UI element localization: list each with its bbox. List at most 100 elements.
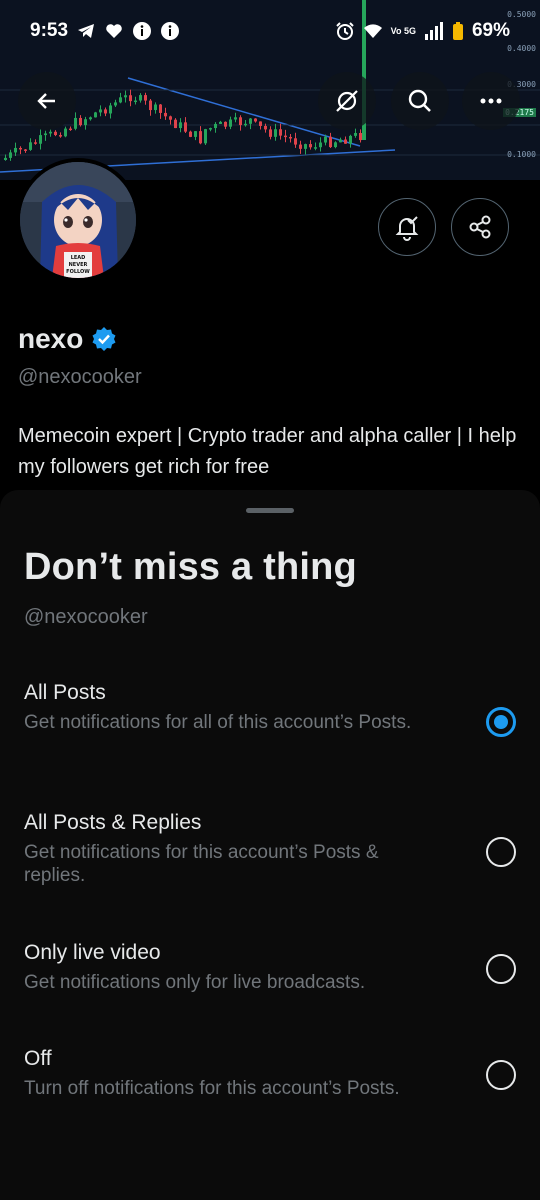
candle-body: [94, 112, 97, 118]
candle-body: [334, 142, 337, 148]
option-title: All Posts: [24, 681, 106, 704]
candle-body: [234, 117, 237, 120]
candle-body: [124, 95, 127, 98]
candle-body: [134, 100, 137, 103]
candle-body: [34, 142, 37, 144]
option-all-posts[interactable]: All Posts Get notifications for all of t…: [0, 681, 540, 737]
candle-body: [24, 149, 27, 151]
radio-button[interactable]: [486, 954, 516, 984]
candle-body: [129, 95, 132, 102]
candle-body: [14, 147, 17, 153]
candle-body: [89, 117, 92, 120]
search-icon: [408, 89, 431, 112]
share-button[interactable]: [451, 198, 509, 256]
candle-body: [344, 139, 347, 144]
option-description: Get notifications for all of this accoun…: [24, 712, 412, 733]
candle-body: [74, 117, 77, 129]
sync-off-button[interactable]: [318, 72, 376, 130]
candle-body: [29, 142, 32, 150]
candle-body: [149, 100, 152, 111]
candle-body: [354, 132, 357, 136]
candle-body: [69, 128, 72, 131]
svg-text:LEAD: LEAD: [71, 255, 86, 261]
candle-body: [4, 157, 7, 160]
share-icon: [469, 215, 491, 239]
search-button[interactable]: [391, 72, 449, 130]
candle-body: [294, 138, 297, 145]
candle-body: [199, 131, 202, 144]
radio-button[interactable]: [486, 837, 516, 867]
candle-body: [224, 121, 227, 127]
candle-body: [204, 129, 207, 144]
candle-body: [254, 118, 257, 122]
avatar-image: LEAD NEVER FOLLOW: [20, 162, 136, 278]
option-all-posts-replies[interactable]: All Posts & Replies Get notifications fo…: [0, 811, 540, 887]
more-button[interactable]: [462, 72, 520, 130]
candle-body: [99, 109, 102, 113]
info-icon: [161, 22, 180, 40]
signal-icon: [424, 22, 443, 40]
candle-body: [249, 118, 252, 124]
candle-body: [184, 122, 187, 132]
notifications-button[interactable]: [378, 198, 436, 256]
candle-body: [264, 125, 267, 130]
candle-body: [164, 112, 167, 117]
candle-body: [239, 117, 242, 126]
option-description: Get notifications only for live broadcas…: [24, 972, 366, 993]
candle-body: [174, 119, 177, 129]
candle-body: [289, 136, 292, 139]
display-name: nexo: [18, 323, 84, 354]
verified-badge-icon[interactable]: [91, 326, 117, 352]
candle-body: [314, 147, 317, 149]
candle-body: [119, 97, 122, 103]
candle-body: [54, 131, 57, 136]
radio-button-selected[interactable]: [486, 707, 516, 737]
candle-body: [299, 144, 302, 149]
candle-body: [79, 117, 82, 126]
candle-body: [189, 131, 192, 137]
candle-body: [169, 116, 172, 120]
sheet-title: Don’t miss a thing: [24, 546, 357, 588]
candle-body: [44, 133, 47, 136]
bell-check-icon: [395, 216, 419, 241]
option-live-video[interactable]: Only live video Get notifications only f…: [0, 941, 540, 994]
network-label: Vo 5G: [390, 25, 416, 36]
wifi-icon: [363, 24, 382, 38]
option-off[interactable]: Off Turn off notifications for this acco…: [0, 1047, 540, 1100]
candle-body: [339, 139, 342, 143]
candle-body: [84, 119, 87, 126]
more-icon: [480, 98, 502, 104]
avatar[interactable]: LEAD NEVER FOLLOW: [16, 158, 140, 282]
sheet-drag-handle[interactable]: [246, 508, 294, 513]
candle-body: [319, 142, 322, 148]
back-button[interactable]: [18, 72, 76, 130]
candle-body: [39, 135, 42, 144]
candle-body: [114, 102, 117, 106]
candle-body: [259, 121, 262, 126]
candle-body: [144, 95, 147, 101]
alarm-icon: [335, 22, 354, 40]
sheet-handle: @nexocooker: [24, 606, 148, 628]
candle-body: [159, 104, 162, 113]
candle-body: [109, 105, 112, 114]
svg-text:FOLLOW: FOLLOW: [66, 269, 90, 275]
candle-body: [104, 109, 107, 114]
candle-body: [59, 135, 62, 137]
clock: 9:53: [30, 20, 69, 41]
info-icon: [133, 22, 152, 40]
profile-handle: @nexocooker: [18, 366, 142, 388]
candle-body: [324, 136, 327, 143]
candle-body: [269, 129, 272, 137]
candle-body: [244, 123, 247, 126]
candle-body: [9, 152, 12, 158]
candle-body: [359, 132, 362, 141]
telegram-icon: [78, 24, 95, 38]
radio-button[interactable]: [486, 1060, 516, 1090]
heart-icon: [106, 24, 122, 38]
candle-body: [329, 136, 332, 148]
tick-label: 0.1000: [507, 150, 536, 159]
candle-body: [64, 128, 67, 137]
option-title: All Posts & Replies: [24, 811, 202, 834]
candle-body: [214, 123, 217, 129]
candle-body: [274, 129, 277, 137]
